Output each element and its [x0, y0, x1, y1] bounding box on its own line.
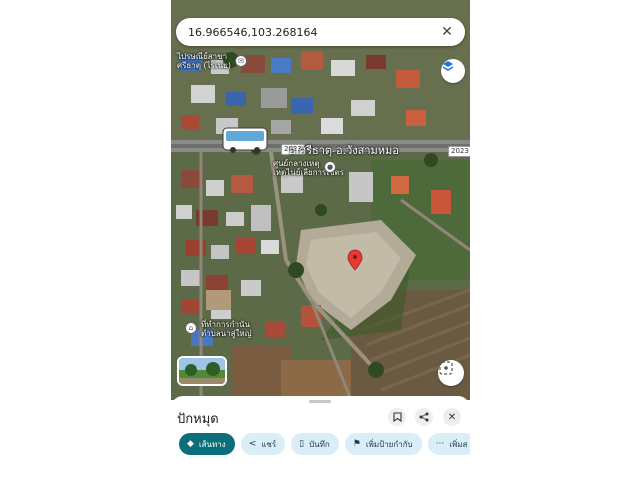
search-bar[interactable]: 16.966546,103.268164 ✕	[176, 18, 465, 46]
action-chips: ◆ เส้นทาง < แชร์ ▯ บันทึก ⚑ เพิ่มป้ายกำก…	[179, 433, 470, 455]
save-chip[interactable]: ▯ บันทึก	[291, 433, 339, 455]
label-chip[interactable]: ⚑ เพิ่มป้ายกำกับ	[344, 433, 422, 455]
poi-post-office-line1: ไปรษณีย์สาขา	[177, 52, 228, 61]
directions-label: เส้นทาง	[198, 439, 226, 449]
mail-icon[interactable]: ✉	[235, 55, 247, 67]
poi-subdistrict-line1: ที่ทำการกำนัน	[201, 320, 250, 329]
share-chip[interactable]: < แชร์	[240, 433, 286, 455]
directions-chip[interactable]: ◆ เส้นทาง	[179, 433, 235, 455]
poi-subdistrict-line2: ตำบลนาสู่ใหญ่	[201, 329, 252, 338]
place-icon[interactable]: ●	[324, 161, 336, 173]
road-label: อ.ศรีธาตุ-อ.วังสามหมอ	[289, 144, 399, 157]
share-label: แชร์	[261, 439, 277, 449]
recenter-button[interactable]	[438, 360, 464, 386]
bookmark-icon	[392, 412, 402, 422]
more-chip[interactable]: ··· เพิ่มส	[427, 433, 470, 455]
more-label: เพิ่มส	[449, 439, 468, 449]
search-query[interactable]: 16.966546,103.268164	[188, 26, 439, 39]
place-title: ปักหมุด	[177, 412, 219, 427]
save-label: บันทึก	[309, 439, 330, 449]
layers-icon	[442, 61, 454, 71]
bookmark-button[interactable]	[388, 408, 406, 426]
street-view-image	[179, 358, 225, 384]
share-icon: <	[248, 439, 257, 449]
label-label: เพิ่มป้ายกำกับ	[365, 439, 413, 449]
poi-subdistrict-office[interactable]: ที่ทำการกำนัน ตำบลนาสู่ใหญ่	[201, 320, 252, 338]
directions-icon: ◆	[187, 439, 194, 449]
street-view-thumbnail[interactable]	[177, 356, 227, 386]
close-sheet-button[interactable]: ✕	[443, 408, 461, 426]
drag-handle[interactable]	[309, 400, 331, 403]
crosshair-icon	[439, 361, 453, 375]
more-icon: ···	[435, 439, 445, 449]
phone-screen: 16.966546,103.268164 ✕ ไปรษณีย์สาขา ศรีธ…	[171, 0, 470, 480]
flag-icon: ⚑	[352, 439, 361, 449]
share-icon	[419, 412, 429, 422]
bookmark-icon: ▯	[299, 439, 305, 449]
place-bottom-sheet[interactable]: ปักหมุด ✕ ◆ เส้นทาง < แชร์ ▯ บันทึก ⚑ เพ…	[171, 396, 470, 480]
route-shield-right: 2023	[448, 146, 470, 157]
close-icon[interactable]: ✕	[439, 24, 455, 40]
government-icon[interactable]: ⌂	[185, 322, 197, 334]
poi-post-office[interactable]: ไปรษณีย์สาขา ศรีธาตุ (ไร่เนย)	[177, 52, 231, 70]
layers-button[interactable]	[441, 59, 465, 83]
share-header-button[interactable]	[415, 408, 433, 426]
poi-post-office-line2: ศรีธาตุ (ไร่เนย)	[177, 61, 231, 70]
close-icon: ✕	[447, 411, 457, 423]
satellite-map[interactable]: 16.966546,103.268164 ✕ ไปรษณีย์สาขา ศรีธ…	[171, 0, 470, 400]
